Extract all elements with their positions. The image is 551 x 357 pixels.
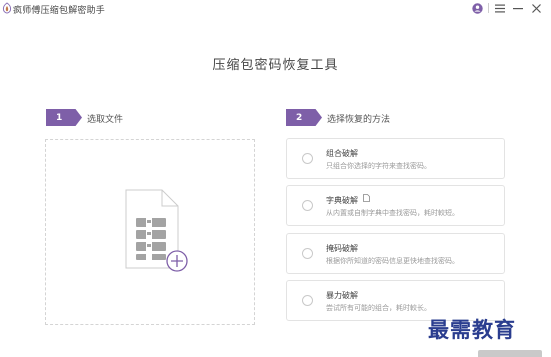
menu-button[interactable] bbox=[491, 1, 509, 15]
account-icon bbox=[471, 2, 483, 14]
window-controls bbox=[468, 1, 545, 15]
close-icon bbox=[531, 3, 541, 13]
method-dictionary-radio[interactable] bbox=[302, 200, 313, 211]
minimize-icon bbox=[513, 7, 523, 9]
dictionary-edit-icon[interactable] bbox=[363, 194, 370, 202]
file-dropzone[interactable] bbox=[45, 139, 255, 325]
method-mask-title: 掩码破解 bbox=[326, 244, 358, 253]
app-title: 疯师傅压缩包解密助手 bbox=[13, 6, 106, 16]
method-mask-desc: 根据你所知道的密码信息更快地查找密码。 bbox=[326, 257, 459, 265]
method-brute-force-desc: 尝试所有可能的组合，耗时較长。 bbox=[326, 304, 431, 312]
next-button[interactable] bbox=[478, 350, 542, 357]
method-dictionary-desc: 从内置或自制字典中查找密码，耗时較短。 bbox=[326, 209, 459, 217]
method-combination[interactable]: 组合破解 只组合你选择的字符来查找密码。 bbox=[286, 138, 505, 179]
step1-badge: 1 bbox=[46, 109, 82, 126]
step1-label: 选取文件 bbox=[87, 115, 124, 125]
close-button[interactable] bbox=[527, 1, 545, 15]
page-title: 压缩包密码恢复工具 bbox=[212, 58, 339, 73]
control-divider bbox=[488, 3, 489, 13]
method-dictionary-title: 字典破解 bbox=[326, 196, 358, 205]
method-mask-radio[interactable] bbox=[302, 248, 313, 259]
method-brute-force-title: 暴力破解 bbox=[326, 291, 358, 300]
app-logo-icon bbox=[2, 2, 12, 14]
method-mask[interactable]: 掩码破解 根据你所知道的密码信息更快地查找密码。 bbox=[286, 233, 505, 274]
menu-icon bbox=[495, 4, 505, 12]
method-combination-title: 组合破解 bbox=[326, 149, 358, 158]
step2-label: 选择恢复的方法 bbox=[327, 115, 391, 125]
watermark-text: 最需教育 bbox=[428, 317, 516, 342]
title-bar: 疯师傅压缩包解密助手 bbox=[0, 0, 551, 18]
account-button[interactable] bbox=[468, 1, 486, 15]
method-dictionary[interactable]: 字典破解 从内置或自制字典中查找密码，耗时較短。 bbox=[286, 185, 505, 226]
method-combination-radio[interactable] bbox=[302, 153, 313, 164]
method-combination-desc: 只组合你选择的字符来查找密码。 bbox=[326, 162, 431, 170]
method-brute-force-radio[interactable] bbox=[302, 295, 313, 306]
step2-badge: 2 bbox=[286, 109, 322, 126]
add-file-icon bbox=[125, 189, 188, 272]
minimize-button[interactable] bbox=[509, 1, 527, 15]
